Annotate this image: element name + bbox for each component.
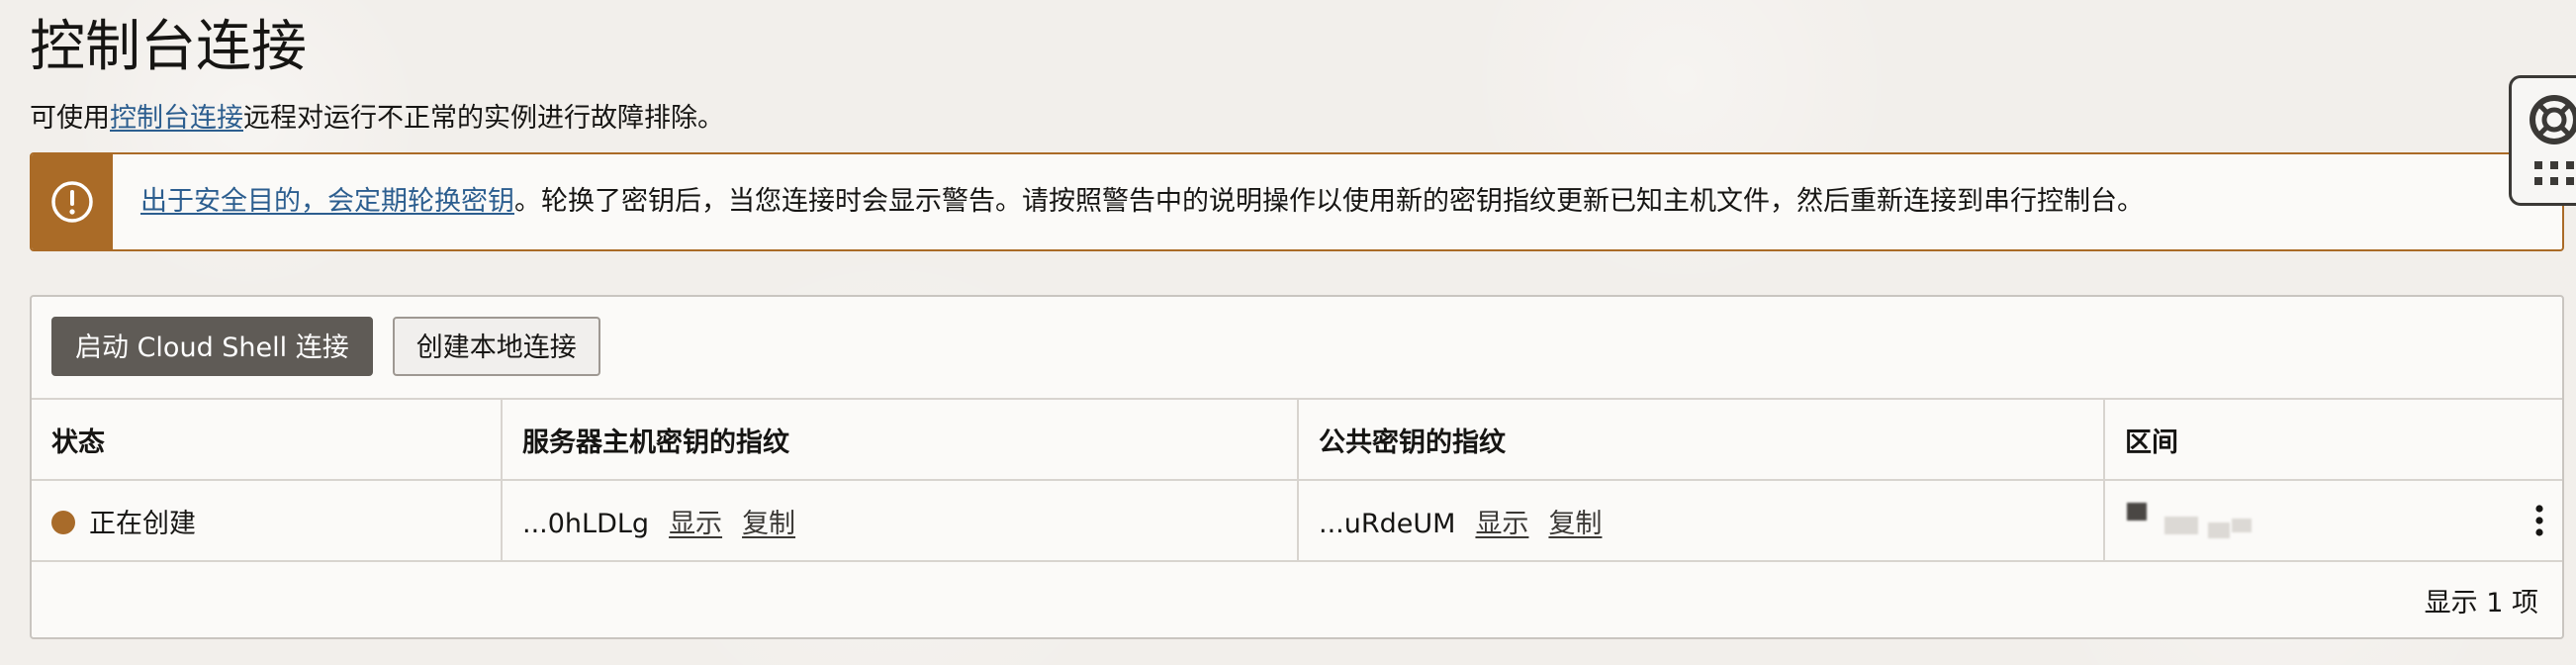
apps-grid-icon[interactable] [2532, 159, 2576, 189]
server-fingerprint-cell: ...0hLDLg 显示 复制 [501, 479, 1298, 562]
warning-message: 。轮换了密钥后，当您连接时会显示警告。请按照警告中的说明操作以使用新的密钥指纹更… [514, 186, 2144, 217]
public-fingerprint-cell: ...uRdeUM 显示 复制 [1297, 479, 2104, 562]
connections-table: 状态 服务器主机密钥的指纹 公共密钥的指纹 区间 正在创建 ...0hLDLg 显… [32, 398, 2562, 562]
row-actions-menu-icon[interactable] [2534, 504, 2544, 537]
public-fingerprint-copy-link[interactable]: 复制 [1548, 509, 1602, 539]
warning-banner: 出于安全目的，会定期轮换密钥。轮换了密钥后，当您连接时会显示警告。请按照警告中的… [30, 152, 2564, 251]
toolbar: 启动 Cloud Shell 连接 创建本地连接 [51, 317, 600, 376]
header-compartment: 区间 [2103, 398, 2562, 480]
table-header-row: 状态 服务器主机密钥的指纹 公共密钥的指纹 区间 [32, 398, 2562, 480]
warning-text: 出于安全目的，会定期轮换密钥。轮换了密钥后，当您连接时会显示警告。请按照警告中的… [113, 184, 2144, 220]
public-fingerprint-value: ...uRdeUM [1319, 508, 1456, 539]
help-widget[interactable] [2509, 75, 2576, 206]
status-text: 正在创建 [89, 508, 196, 539]
server-fingerprint-copy-link[interactable]: 复制 [742, 509, 795, 539]
exclamation-icon [51, 181, 93, 223]
header-public-fingerprint: 公共密钥的指纹 [1297, 398, 2104, 480]
item-count: 显示 1 项 [2424, 588, 2538, 618]
status-cell: 正在创建 [32, 479, 502, 562]
create-local-connection-button[interactable]: 创建本地连接 [392, 317, 600, 376]
header-server-fingerprint: 服务器主机密钥的指纹 [501, 398, 1298, 480]
key-rotation-link[interactable]: 出于安全目的，会定期轮换密钥 [140, 186, 514, 217]
description-prefix: 可使用 [30, 103, 110, 134]
server-fingerprint-value: ...0hLDLg [522, 508, 650, 539]
compartment-redacted [2125, 501, 2254, 540]
server-fingerprint-show-link[interactable]: 显示 [669, 509, 722, 539]
table-row: 正在创建 ...0hLDLg 显示 复制 ...uRdeUM 显示 复制 [32, 479, 2562, 562]
lifebuoy-icon[interactable] [2528, 93, 2576, 146]
status-indicator-icon [51, 511, 75, 534]
warning-icon-bar [32, 154, 113, 249]
description-suffix: 远程对运行不正常的实例进行故障排除。 [243, 103, 724, 134]
console-connections-panel: 启动 Cloud Shell 连接 创建本地连接 状态 服务器主机密钥的指纹 公… [30, 295, 2564, 639]
page-title: 控制台连接 [30, 15, 307, 79]
compartment-cell [2103, 479, 2562, 562]
header-status: 状态 [32, 398, 502, 480]
public-fingerprint-show-link[interactable]: 显示 [1475, 509, 1528, 539]
launch-cloud-shell-button[interactable]: 启动 Cloud Shell 连接 [51, 317, 373, 376]
page-description: 可使用控制台连接远程对运行不正常的实例进行故障排除。 [30, 99, 724, 139]
console-connection-link[interactable]: 控制台连接 [110, 103, 243, 134]
